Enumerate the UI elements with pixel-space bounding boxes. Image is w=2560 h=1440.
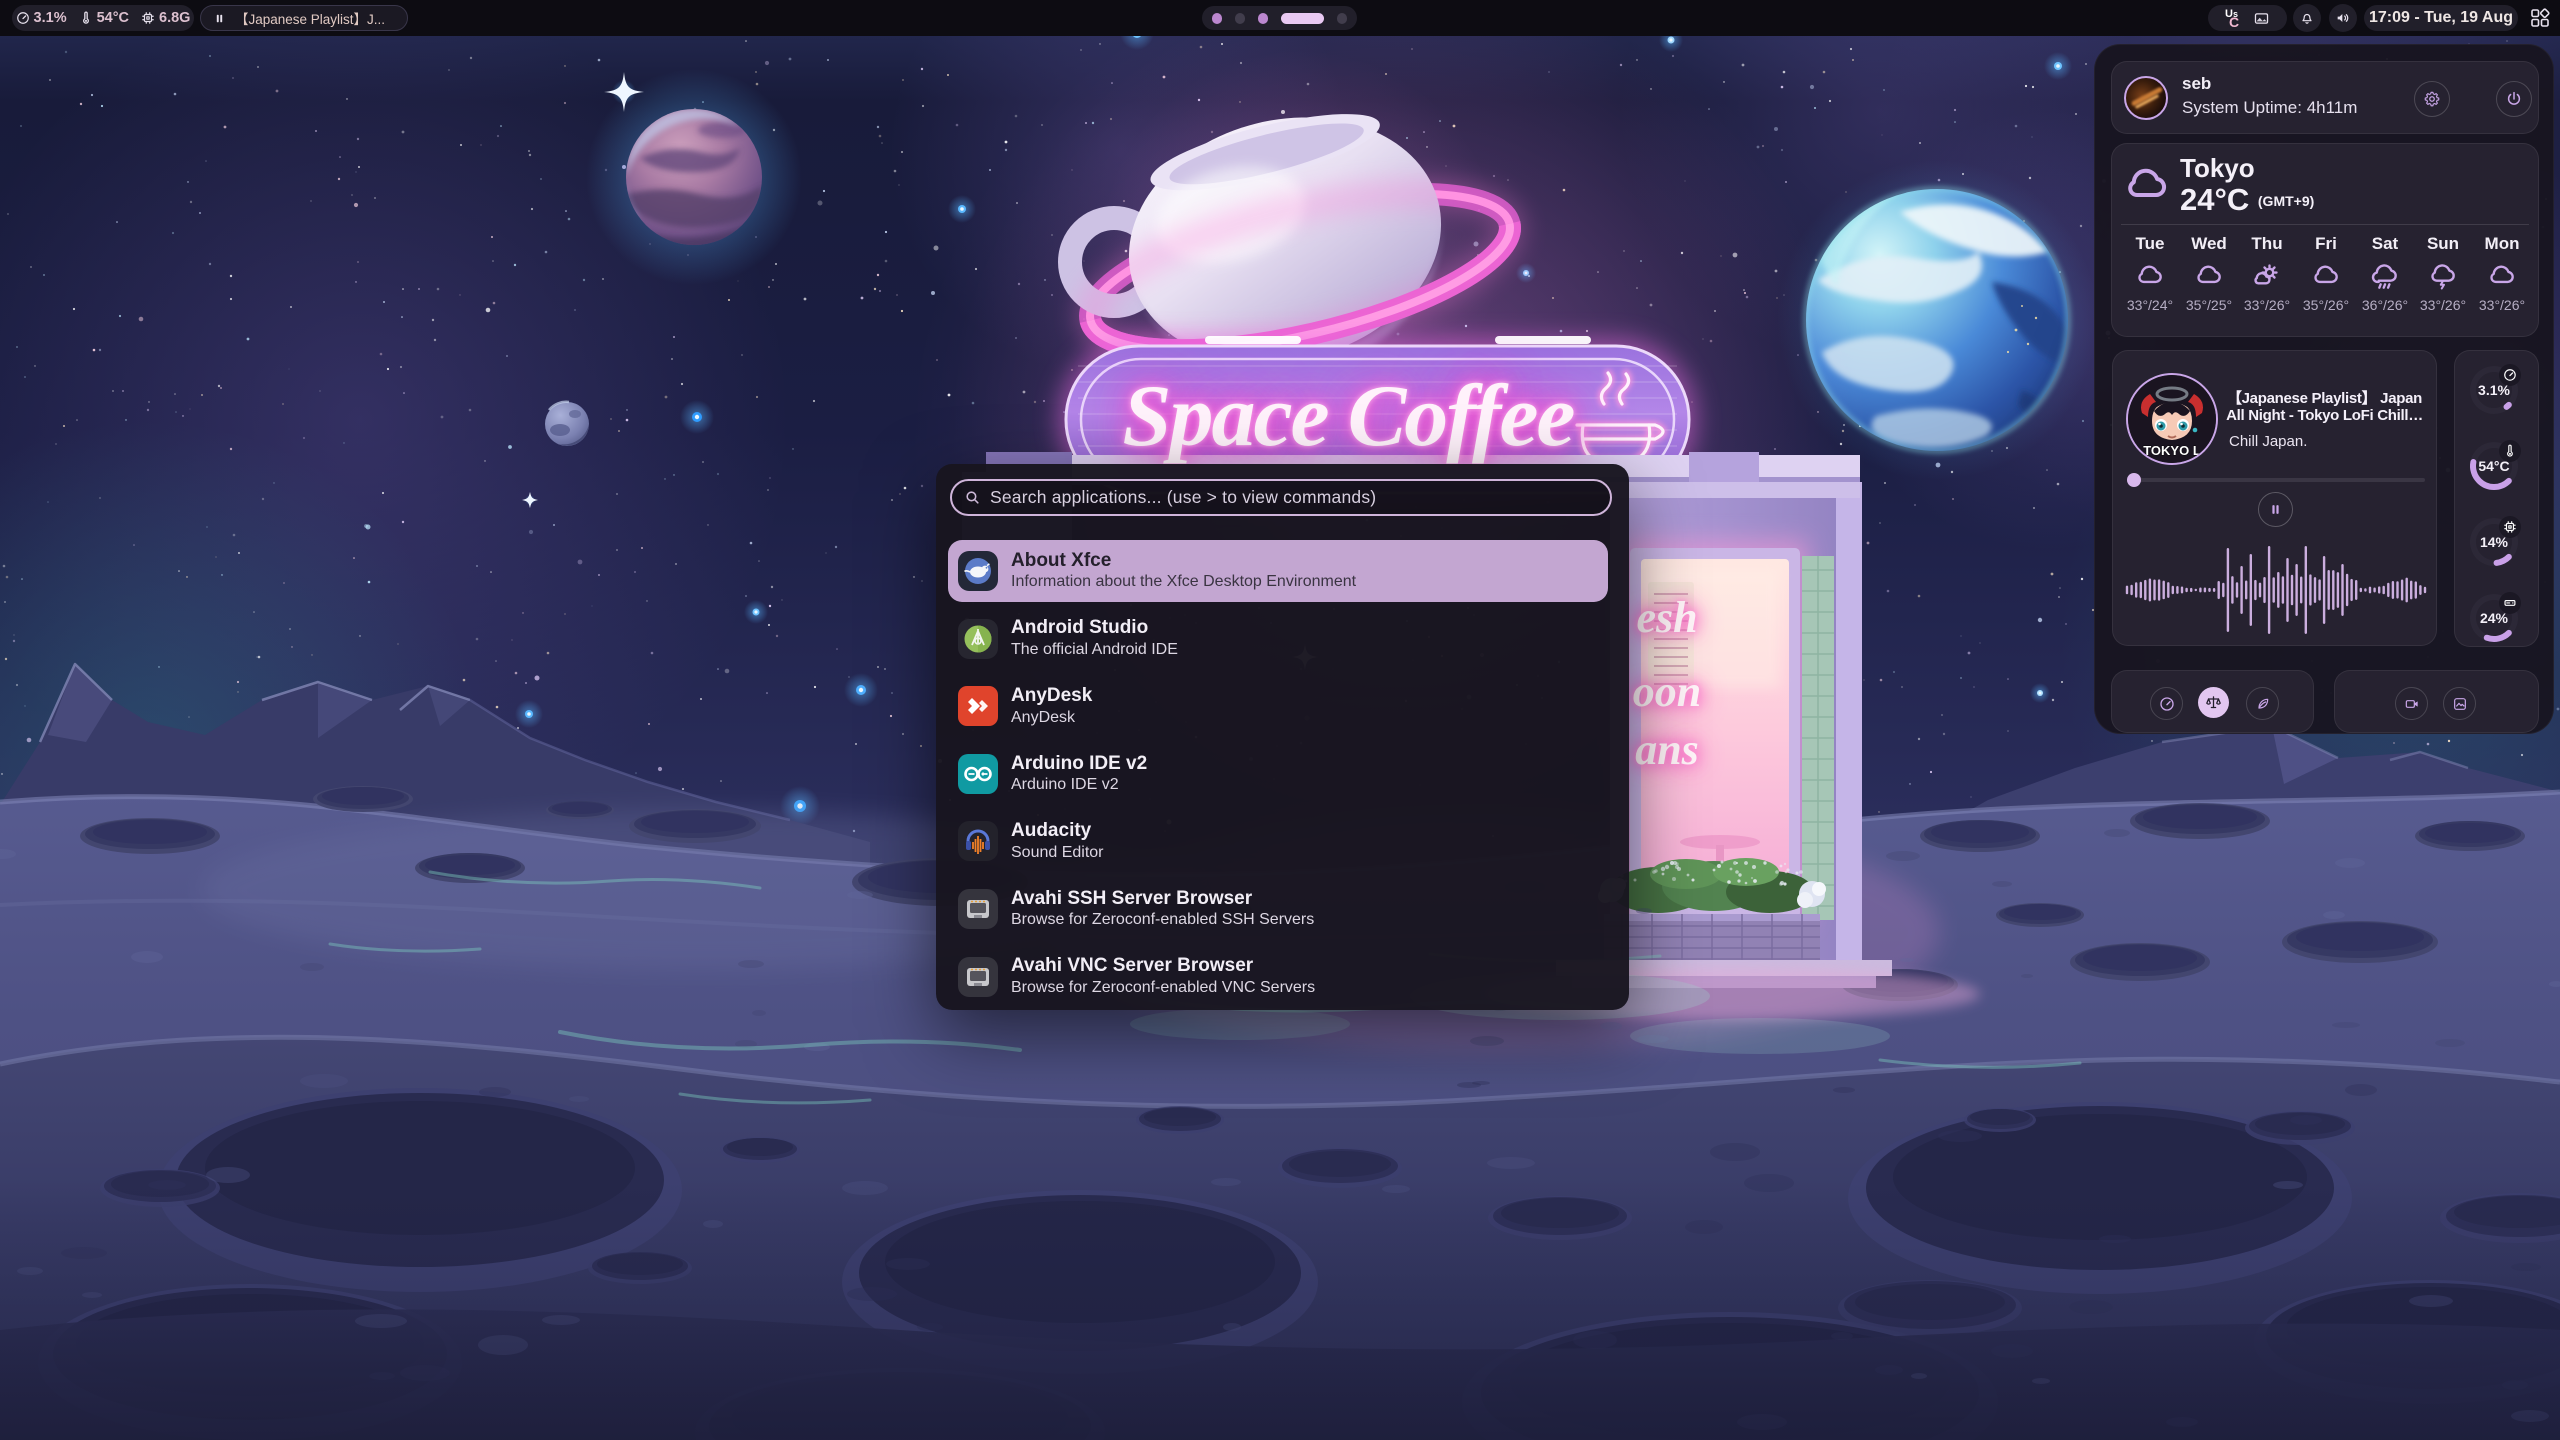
svg-text:14%: 14%	[2480, 534, 2509, 550]
svg-text:24%: 24%	[2480, 610, 2509, 626]
svg-text:54°C: 54°C	[2478, 458, 2509, 474]
svg-text:3.1%: 3.1%	[2478, 382, 2510, 398]
